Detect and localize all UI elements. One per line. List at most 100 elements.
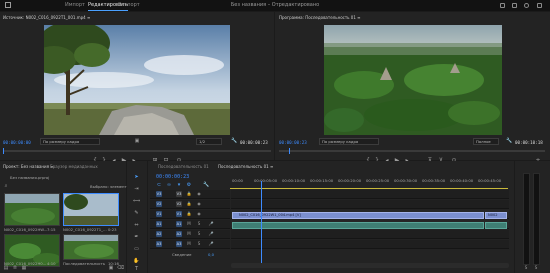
track-target[interactable]: A2 bbox=[156, 231, 162, 237]
tab-project[interactable]: Проект: Без названия ≡ bbox=[3, 164, 54, 169]
new-item-icon[interactable]: ▣ bbox=[108, 265, 114, 271]
wrench-icon[interactable]: 🔧 bbox=[231, 138, 237, 144]
program-fit-select[interactable]: По размеру кадра bbox=[319, 138, 379, 145]
time-ruler[interactable]: 00:00 00:00:05:00 00:00:10:00 00:00:15:0… bbox=[230, 173, 514, 187]
linked-selection-icon[interactable]: ∞ bbox=[166, 182, 172, 188]
razor-tool-icon[interactable]: ✎ bbox=[133, 210, 140, 217]
lane-a3[interactable] bbox=[231, 240, 509, 249]
project-item-2-name[interactable]: N002_C016_0922T1_... bbox=[63, 227, 107, 232]
source-scrubber[interactable] bbox=[3, 150, 271, 152]
mute-icon[interactable]: M bbox=[186, 231, 192, 237]
fullscreen-icon[interactable] bbox=[537, 3, 542, 8]
pen-tool-icon[interactable]: ✒ bbox=[133, 234, 140, 241]
mute-icon[interactable]: M bbox=[186, 241, 192, 247]
timeline-wrench-icon[interactable]: 🔧 bbox=[203, 182, 209, 188]
notifications-icon[interactable] bbox=[524, 3, 529, 8]
tab-media-browser[interactable]: Браузер медиаданных bbox=[50, 164, 98, 169]
solo-icon[interactable]: S bbox=[196, 221, 202, 227]
track-header-v3: V3 V3 🔒 ◉ bbox=[150, 190, 230, 199]
mic-icon[interactable]: 🎤 bbox=[208, 231, 214, 237]
audio-clip[interactable] bbox=[232, 222, 484, 229]
snap-icon[interactable]: ⊂ bbox=[156, 182, 162, 188]
mix-value[interactable]: 0,0 bbox=[208, 252, 214, 257]
track-target[interactable]: V1 bbox=[156, 211, 162, 217]
add-marker-icon[interactable]: ▾ bbox=[176, 182, 182, 188]
icon-view-icon[interactable]: ▦ bbox=[21, 265, 27, 271]
hand-tool-icon[interactable]: ✋ bbox=[133, 258, 140, 265]
quick-export-icon[interactable] bbox=[512, 3, 517, 8]
program-playhead[interactable] bbox=[289, 148, 290, 154]
video-clip-2[interactable]: N002 bbox=[485, 212, 507, 219]
track-label[interactable]: A1 bbox=[176, 221, 182, 227]
track-target[interactable]: A1 bbox=[156, 221, 162, 227]
solo-right-icon[interactable]: S bbox=[533, 265, 539, 271]
project-item-2-thumb[interactable] bbox=[63, 193, 119, 226]
source-playhead[interactable] bbox=[3, 148, 4, 154]
selection-tool-icon[interactable]: ➤ bbox=[133, 174, 140, 181]
eye-icon[interactable]: ◉ bbox=[196, 191, 202, 197]
track-select-icon[interactable]: ⇥ bbox=[133, 186, 140, 193]
work-area-bar[interactable] bbox=[230, 188, 508, 189]
program-quality-select[interactable]: Полное bbox=[473, 138, 499, 145]
timeline-playhead[interactable] bbox=[261, 181, 262, 263]
ruler-label: 00:00:35:00 bbox=[422, 178, 446, 183]
mic-icon[interactable]: 🎤 bbox=[208, 221, 214, 227]
type-tool-icon[interactable]: T bbox=[133, 266, 140, 273]
source-monitor-title[interactable]: Источник: N002_C016_0922T1_001.mp4 ≡ bbox=[3, 15, 90, 20]
mute-icon[interactable]: M bbox=[186, 221, 192, 227]
ruler-label: 00:00:15:00 bbox=[310, 178, 334, 183]
mic-icon[interactable]: 🎤 bbox=[208, 241, 214, 247]
solo-icon[interactable]: S bbox=[196, 231, 202, 237]
source-fit-select[interactable]: По размеру кадра bbox=[40, 138, 100, 145]
lane-v3[interactable] bbox=[231, 190, 509, 199]
project-item-4-thumb[interactable] bbox=[63, 234, 119, 260]
trash-icon[interactable]: ⌫ bbox=[117, 265, 124, 271]
program-wrench-icon[interactable]: 🔧 bbox=[506, 138, 512, 144]
lane-a2[interactable] bbox=[231, 230, 509, 239]
timeline-scrollbar[interactable] bbox=[231, 263, 509, 268]
timeline-settings-icon[interactable]: ⚙ bbox=[186, 182, 192, 188]
eye-icon[interactable]: ◉ bbox=[196, 211, 202, 217]
program-video-frame[interactable] bbox=[324, 25, 502, 135]
track-label[interactable]: V3 bbox=[176, 191, 182, 197]
lock-track-icon[interactable]: 🔒 bbox=[186, 191, 192, 197]
project-panel: Проект: Без названия ≡ Браузер медиаданн… bbox=[0, 161, 127, 273]
lane-v2[interactable] bbox=[231, 200, 509, 209]
search-icon[interactable]: ⌕ bbox=[3, 183, 9, 189]
source-video-frame[interactable] bbox=[44, 25, 230, 135]
track-label[interactable]: V2 bbox=[176, 201, 182, 207]
project-item-1-name[interactable]: N002_C016_0922HW... bbox=[4, 227, 47, 232]
project-item-1-thumb[interactable] bbox=[4, 193, 60, 226]
project-item-4-name[interactable]: Последовательность bbox=[63, 261, 105, 266]
track-target[interactable]: A3 bbox=[156, 241, 162, 247]
track-label[interactable]: A3 bbox=[176, 241, 182, 247]
source-timecode-current[interactable]: 00:00:00:00 bbox=[3, 140, 31, 145]
track-target[interactable]: V3 bbox=[156, 191, 162, 197]
timeline-timecode[interactable]: 00:00:00:23 bbox=[156, 174, 189, 180]
track-label[interactable]: A2 bbox=[176, 231, 182, 237]
lock-track-icon[interactable]: 🔒 bbox=[186, 211, 192, 217]
eye-icon[interactable]: ◉ bbox=[196, 201, 202, 207]
solo-left-icon[interactable]: S bbox=[523, 265, 529, 271]
source-settings-icon[interactable]: ▣ bbox=[134, 138, 140, 144]
workspaces-icon[interactable] bbox=[500, 3, 505, 8]
ripple-edit-icon[interactable]: ⟺ bbox=[133, 198, 140, 205]
video-clip[interactable]: N002_C016_0922W1_004.mp4 [V] bbox=[232, 212, 484, 219]
lock-track-icon[interactable]: 🔒 bbox=[186, 201, 192, 207]
audio-clip-2[interactable] bbox=[485, 222, 507, 229]
program-timecode-duration: 00:00:10:18 bbox=[515, 140, 543, 145]
timeline-tab-2[interactable]: Последовательность 01 ≡ bbox=[218, 164, 273, 169]
program-timecode-current[interactable]: 00:00:00:23 bbox=[279, 140, 307, 145]
solo-icon[interactable]: S bbox=[196, 241, 202, 247]
program-monitor-title[interactable]: Программа: Последовательность 01 ≡ bbox=[279, 15, 361, 20]
track-header-a3: A3 A3 M S 🎤 bbox=[150, 240, 230, 249]
program-scrubber[interactable] bbox=[279, 150, 545, 152]
track-target[interactable]: V2 bbox=[156, 201, 162, 207]
lock-icon[interactable]: ▤ bbox=[3, 265, 9, 271]
rectangle-tool-icon[interactable]: ▭ bbox=[133, 246, 140, 253]
slip-tool-icon[interactable]: ⇔ bbox=[133, 222, 140, 229]
list-view-icon[interactable]: ≡ bbox=[12, 265, 18, 271]
source-quality-select[interactable]: 1/2 bbox=[196, 138, 222, 145]
timeline-tab-1[interactable]: Последовательность 01 bbox=[158, 164, 209, 169]
track-label[interactable]: V1 bbox=[176, 211, 182, 217]
